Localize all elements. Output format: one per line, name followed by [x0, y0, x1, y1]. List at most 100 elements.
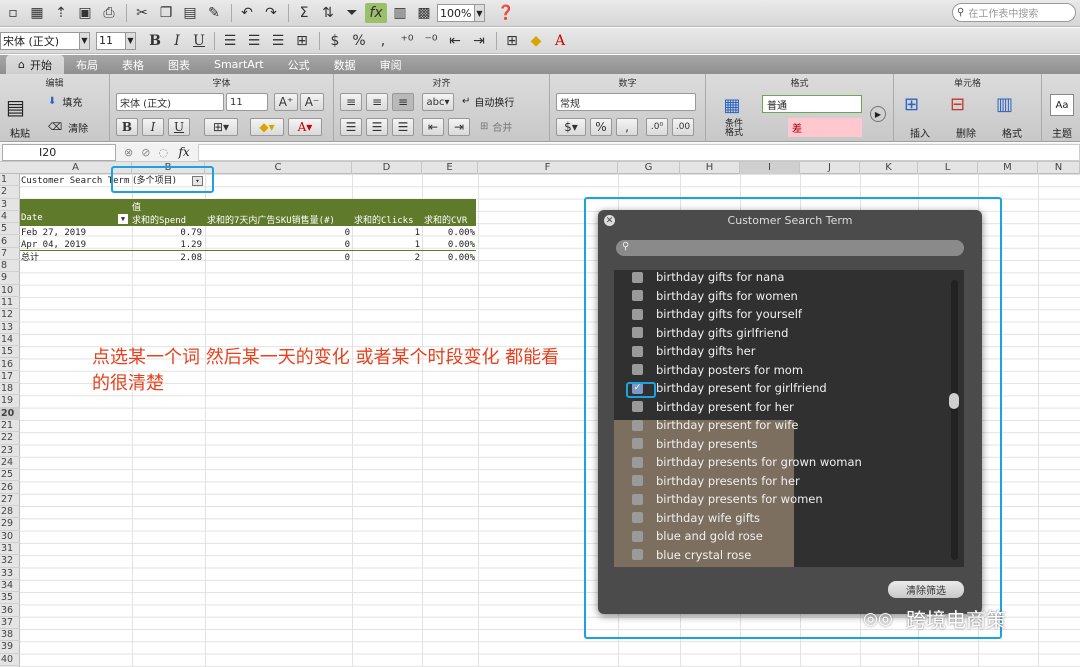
row-header-24[interactable]: 24 [0, 457, 20, 470]
underline-button[interactable]: U [188, 31, 210, 51]
row-header-21[interactable]: 21 [0, 420, 20, 433]
sort-icon[interactable]: ⇅ [317, 3, 339, 23]
column-header-g[interactable]: G [618, 162, 680, 174]
row-header-39[interactable]: 39 [0, 641, 20, 654]
filter-item-checkbox[interactable] [632, 475, 643, 487]
align-left-button[interactable]: ☰ [340, 118, 362, 136]
ribbon-font-select[interactable]: 宋体 (正文) [116, 93, 224, 111]
row-header-16[interactable]: 16 [0, 359, 20, 371]
comma-button[interactable]: , [616, 118, 638, 136]
row-header-35[interactable]: 35 [0, 592, 20, 605]
filter-item[interactable]: birthday presents for grown woman [614, 453, 954, 472]
tab-data[interactable]: 数据 [322, 55, 368, 74]
format-cells-icon[interactable]: ▥ [996, 94, 1013, 115]
currency-button[interactable]: $▾ [556, 118, 586, 136]
row-header-9[interactable]: 9 [0, 272, 20, 285]
row-header-4[interactable]: 4 [0, 211, 20, 224]
row-header-25[interactable]: 25 [0, 469, 20, 482]
outdent-button[interactable]: ⇤ [422, 118, 444, 136]
row-header-29[interactable]: 29 [0, 518, 20, 531]
comma-icon[interactable]: , [372, 31, 394, 51]
currency-icon[interactable]: $ [324, 31, 346, 51]
row-header-34[interactable]: 34 [0, 580, 20, 593]
row-header-1[interactable]: 1 [0, 174, 20, 187]
filter-item-checkbox[interactable] [632, 512, 643, 524]
cell-total-sku[interactable]: 0 [280, 252, 350, 264]
autosum-icon[interactable]: Σ [293, 3, 315, 23]
filter-item[interactable]: blue crystal rose [614, 546, 954, 565]
tab-smartart[interactable]: SmartArt [202, 55, 276, 74]
filter-item-checkbox[interactable] [632, 401, 643, 413]
row-header-6[interactable]: 6 [0, 236, 20, 248]
filter-item[interactable]: birthday posters for mom [614, 361, 954, 380]
cell-cvr[interactable]: 0.00% [420, 227, 475, 239]
row-header-30[interactable]: 30 [0, 531, 20, 543]
merge-button[interactable]: ⊞ 合并 [480, 119, 512, 134]
ribbon-fill-color-button[interactable]: ◆▾ [250, 118, 284, 136]
align-center-button[interactable]: ☰ [366, 118, 388, 136]
row-header-8[interactable]: 8 [0, 260, 20, 273]
ribbon-font-color-button[interactable]: A▾ [288, 118, 322, 136]
column-header-f[interactable]: F [478, 162, 618, 174]
align-left-icon[interactable]: ☰ [219, 31, 241, 51]
wrap-text-button[interactable]: ↵ 自动换行 [462, 94, 514, 109]
filter-item[interactable]: birthday wife gifts [614, 509, 954, 528]
tab-review[interactable]: 审阅 [368, 55, 414, 74]
align-bottom-button[interactable]: ≡ [392, 93, 414, 111]
filter-item-checkbox[interactable] [632, 290, 643, 302]
filter-item[interactable]: ✓ birthday present for girlfriend [614, 379, 954, 398]
filter-search-input[interactable]: ⚲ [616, 240, 964, 256]
column-header-h[interactable]: H [680, 162, 740, 174]
font-size-select[interactable]: 11 [96, 31, 126, 50]
filter-item[interactable]: birthday gifts girlfriend [614, 324, 954, 343]
row-header-33[interactable]: 33 [0, 568, 20, 580]
filter-item[interactable]: birthday presents [614, 435, 954, 454]
delete-cells-icon[interactable]: ⊟ [950, 94, 965, 115]
column-header-e[interactable]: E [422, 162, 478, 174]
media-icon[interactable]: ▩ [413, 3, 435, 23]
row-header-36[interactable]: 36 [0, 605, 20, 617]
fill-button[interactable]: ⬇ 填充 [48, 94, 82, 109]
align-right-icon[interactable]: ☰ [267, 31, 289, 51]
redo-icon[interactable]: ↷ [260, 3, 282, 23]
row-header-18[interactable]: 18 [0, 383, 20, 396]
chevron-down-icon[interactable]: ▼ [475, 4, 485, 22]
row-header-32[interactable]: 32 [0, 555, 20, 568]
row-header-13[interactable]: 13 [0, 322, 20, 334]
print-icon[interactable]: ⎙ [98, 3, 120, 23]
row-header-7[interactable]: 7 [0, 248, 20, 261]
number-format-select[interactable]: 常规 [556, 93, 696, 111]
row-header-19[interactable]: 19 [0, 395, 20, 408]
styles-next-icon[interactable]: ▶ [870, 106, 886, 122]
format-painter-icon[interactable]: ✎ [203, 3, 225, 23]
align-top-button[interactable]: ≡ [340, 93, 362, 111]
align-center-icon[interactable]: ☰ [243, 31, 265, 51]
column-header-l[interactable]: L [918, 162, 978, 174]
column-header-i[interactable]: I [740, 162, 800, 174]
increase-decimal-icon[interactable]: ⁺⁰ [396, 31, 418, 51]
column-header-n[interactable]: N [1038, 162, 1080, 174]
filter-item[interactable]: birthday presents for her [614, 472, 954, 491]
themes-label[interactable]: 主题 [1052, 125, 1072, 140]
filter-icon[interactable]: ⏷ [341, 3, 363, 23]
row-header-40[interactable]: 40 [0, 654, 20, 666]
column-header-d[interactable]: D [352, 162, 422, 174]
fill-color-icon[interactable]: ◆ [525, 31, 547, 51]
fx-icon[interactable]: fx [174, 145, 194, 159]
ribbon-underline-button[interactable]: U [168, 118, 190, 136]
filter-item-checkbox[interactable] [632, 456, 643, 468]
filter-item[interactable]: birthday gifts her [614, 342, 954, 361]
tab-formulas[interactable]: 公式 [276, 55, 322, 74]
percent-icon[interactable]: % [348, 31, 370, 51]
filter-item[interactable]: birthday presents for women [614, 490, 954, 509]
filter-item[interactable]: blue and gold rose [614, 527, 954, 546]
row-header-23[interactable]: 23 [0, 445, 20, 457]
merge-icon[interactable]: ⊞ [291, 31, 313, 51]
style-normal[interactable]: 普通 [762, 95, 862, 113]
row-header-26[interactable]: 26 [0, 482, 20, 494]
filter-item-checkbox[interactable] [632, 345, 643, 357]
row-header-28[interactable]: 28 [0, 506, 20, 519]
row-header-2[interactable]: 2 [0, 186, 20, 199]
cell-total-label[interactable]: 总计 [21, 252, 39, 264]
row-header-20[interactable]: 20 [0, 407, 20, 420]
